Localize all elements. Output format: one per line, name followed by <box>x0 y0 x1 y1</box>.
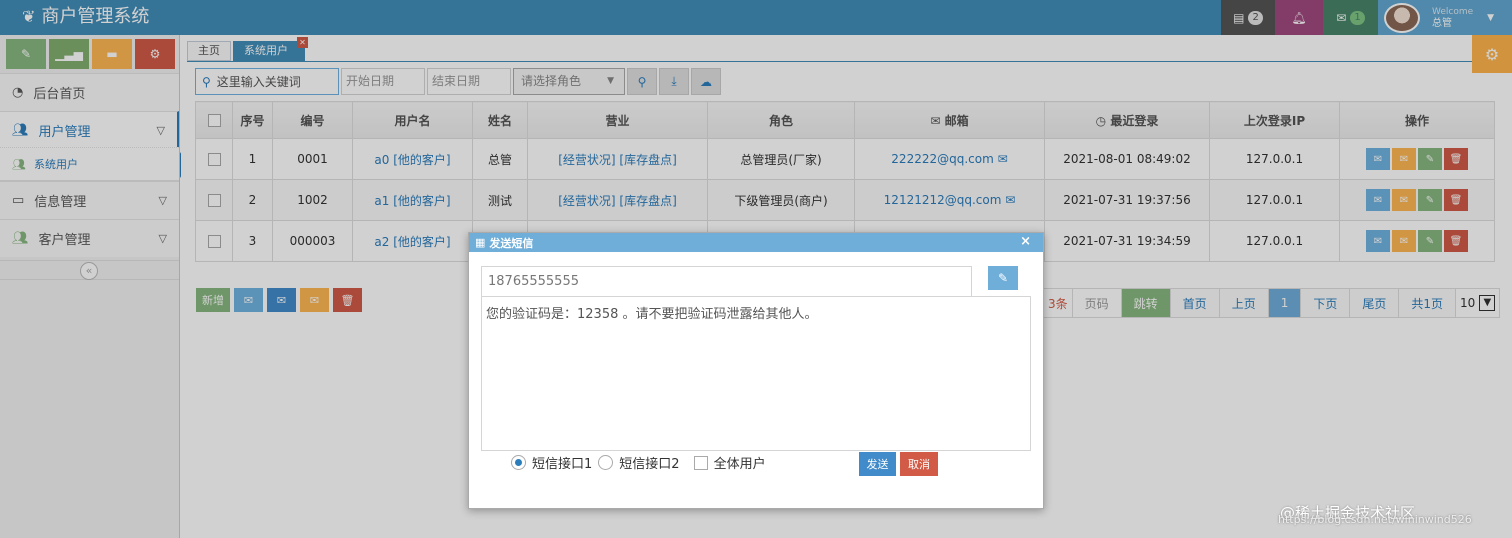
phone-input[interactable]: 18765555555 <box>481 266 972 297</box>
edit-recipient-button[interactable]: ✎ <box>988 266 1018 290</box>
cancel-button[interactable]: 取消 <box>900 452 938 476</box>
send-sms-dialog: ▦ 发送短信 × 18765555555 ✎ 您的验证码是：12358 。请不要… <box>468 232 1044 509</box>
watermark-url: https://blog.csdn.net/wininwind526 <box>1278 513 1472 526</box>
edit-icon: ✎ <box>997 271 1009 285</box>
close-dialog-button[interactable]: × <box>1020 234 1031 249</box>
sms-gateway-2-radio[interactable] <box>598 455 614 470</box>
dialog-titlebar: ▦ 发送短信 × <box>469 233 1043 252</box>
sms-options: 短信接口1 短信接口2 全体用户 <box>511 453 766 472</box>
all-users-checkbox[interactable] <box>693 455 708 470</box>
sms-gateway-2-label: 短信接口2 <box>619 457 680 472</box>
sms-gateway-1-radio[interactable] <box>511 455 526 470</box>
message-textarea[interactable]: 您的验证码是：12358 。请不要把验证码泄露给其他人。 <box>481 296 1031 451</box>
dialog-title: 发送短信 <box>489 236 534 250</box>
send-button[interactable]: 发送 <box>859 452 896 476</box>
all-users-label: 全体用户 <box>713 457 766 472</box>
calendar-icon: ▦ <box>475 236 486 249</box>
sms-gateway-1-label: 短信接口1 <box>532 457 593 472</box>
